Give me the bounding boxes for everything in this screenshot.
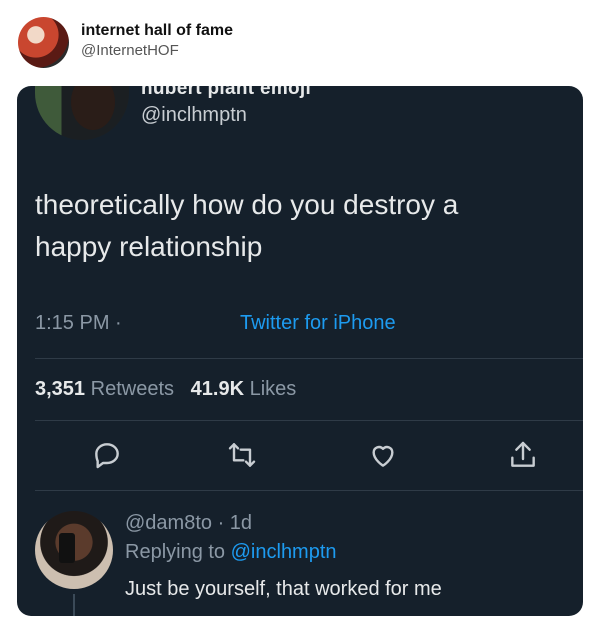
poster-avatar[interactable] (18, 17, 69, 68)
poster-handle[interactable]: @InternetHOF (81, 42, 179, 59)
tweet-screenshot: hubert plant emoji @inclhmptn theoretica… (17, 86, 583, 616)
share-icon[interactable] (507, 439, 539, 471)
retweets-count: 3,351 (35, 378, 86, 400)
reply-icon[interactable] (91, 439, 123, 471)
author-handle: @inclhmptn (141, 104, 247, 126)
author-name: hubert plant emoji (141, 86, 312, 99)
retweets-label: Retweets (90, 378, 174, 400)
likes-count: 41.9K (190, 378, 245, 400)
thread-line (73, 594, 75, 616)
divider (35, 358, 583, 359)
replying-to: Replying to @inclhmptn (125, 541, 337, 564)
replying-mention: @inclhmptn (230, 541, 337, 563)
tweet-text-line-1: theoretically how do you destroy a (35, 189, 459, 220)
divider (35, 420, 583, 421)
author-avatar (35, 86, 129, 140)
tweet-text-line-2: happy relationship (35, 231, 263, 262)
tweet-source: Twitter for iPhone (240, 312, 396, 334)
reply-age: · 1d (217, 512, 253, 534)
poster-name[interactable]: internet hall of fame (81, 22, 233, 40)
heart-icon[interactable] (367, 439, 399, 471)
likes-label: Likes (249, 378, 297, 400)
reply-avatar (35, 511, 113, 589)
tweet-stats: 3,351 Retweets 41.9K Likes (35, 378, 296, 401)
post-header: internet hall of fame @InternetHOF (0, 0, 599, 84)
retweet-icon[interactable] (226, 439, 258, 471)
tweet-text: theoretically how do you destroy a happy… (35, 184, 555, 268)
replying-prefix: Replying to (125, 541, 226, 563)
action-bar (17, 439, 583, 479)
reply-text: Just be yourself, that worked for me (125, 578, 442, 600)
tweet-time: 1:15 PM · (35, 312, 122, 334)
divider (35, 490, 583, 491)
reply-meta: @dam8to · 1d (125, 512, 252, 535)
reply-handle: @dam8to (125, 512, 213, 534)
